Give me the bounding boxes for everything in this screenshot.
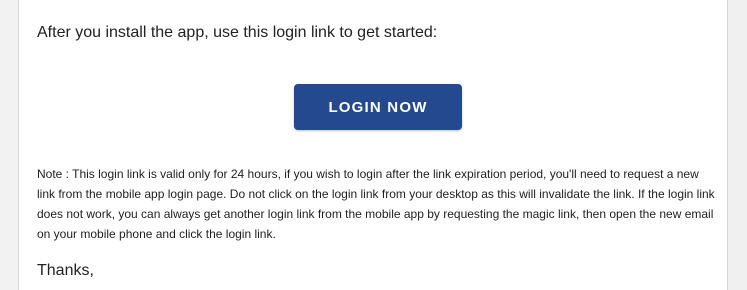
email-body-card: After you install the app, use this logi…	[18, 0, 728, 290]
email-viewport: After you install the app, use this logi…	[0, 0, 747, 290]
intro-text: After you install the app, use this logi…	[37, 24, 438, 41]
right-gutter	[728, 0, 747, 290]
closing-text: Thanks,	[37, 262, 94, 279]
login-link-note: Note : This login link is valid only for…	[37, 167, 715, 241]
login-now-button[interactable]: LOGIN NOW	[294, 84, 462, 130]
